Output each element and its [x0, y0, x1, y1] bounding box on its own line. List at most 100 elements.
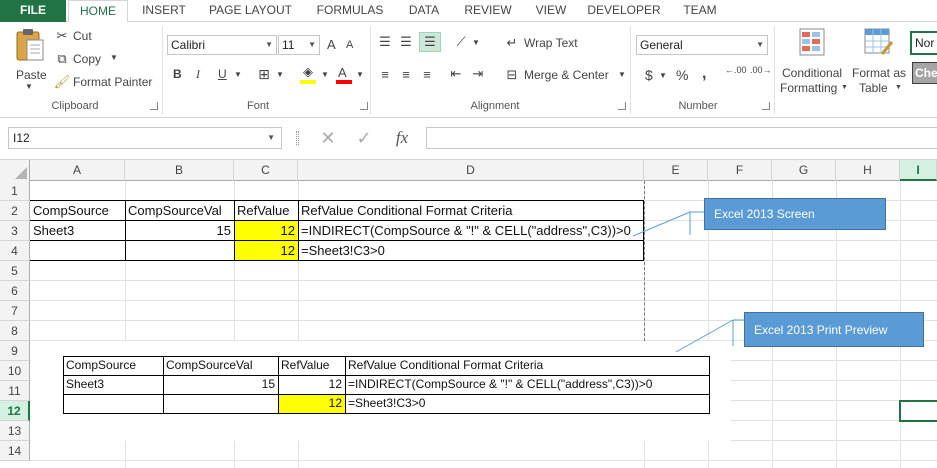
font-name-value: Calibri	[171, 38, 206, 52]
copy-button[interactable]: ⧉ Copy ▼	[54, 50, 124, 68]
paste-label: Paste	[16, 68, 47, 82]
font-launcher-icon[interactable]	[360, 102, 368, 110]
format-painter-label: Format Painter	[73, 75, 153, 89]
chevron-down-icon: ▼	[895, 84, 902, 91]
percent-button[interactable]: %	[676, 67, 688, 83]
format-as-table-label-2: Table	[859, 81, 888, 95]
tab-view[interactable]: VIEW	[528, 0, 574, 22]
insert-function-icon[interactable]: fx	[390, 128, 414, 148]
wrap-text-label: Wrap Text	[524, 36, 578, 50]
format-painter-button[interactable]: 🖌 Format Painter	[54, 73, 154, 91]
conditional-formatting-button[interactable]: Conditional Formatting ▼	[778, 26, 848, 96]
callout-screen[interactable]: Excel 2013 Screen	[704, 198, 886, 230]
group-separator	[774, 26, 775, 114]
tab-team[interactable]: TEAM	[676, 0, 724, 22]
tab-file[interactable]: FILE	[0, 0, 66, 22]
tab-insert[interactable]: INSERT	[134, 0, 194, 22]
chevron-down-icon[interactable]: ▼	[356, 70, 364, 79]
chevron-down-icon[interactable]: ▼	[472, 38, 480, 47]
comma-style-button[interactable]: ,	[702, 65, 706, 83]
align-left-icon[interactable]: ≡	[377, 66, 393, 82]
decrease-indent-icon[interactable]: ⇤	[448, 66, 464, 82]
italic-button[interactable]: I	[196, 67, 200, 82]
cell-style-check[interactable]: Che	[912, 62, 937, 84]
tab-page-layout[interactable]: PAGE LAYOUT	[203, 0, 298, 22]
enter-icon[interactable]: ✓	[354, 128, 374, 148]
chevron-down-icon: ▼	[25, 82, 33, 91]
chevron-down-icon: ▼	[618, 70, 626, 79]
callout-print-preview[interactable]: Excel 2013 Print Preview	[744, 312, 924, 347]
alignment-group-label: Alignment	[470, 100, 520, 112]
worksheet-grid[interactable]: A B C D E F G H I 1 2 3 4 5 6 7 8 9 10 1…	[0, 160, 937, 468]
clipboard-launcher-icon[interactable]	[150, 102, 158, 110]
name-box[interactable]: I12 ▼	[8, 127, 282, 149]
cut-button[interactable]: ✂ Cut	[54, 27, 114, 45]
tab-review[interactable]: REVIEW	[458, 0, 518, 22]
decrease-decimal-button[interactable]: .00→	[750, 66, 772, 75]
underline-button[interactable]: U	[218, 67, 227, 81]
conditional-formatting-label-2: Formatting	[780, 81, 838, 95]
chevron-down-icon[interactable]: ▼	[234, 70, 242, 79]
orientation-icon[interactable]: ⟋	[450, 34, 472, 50]
font-color-swatch	[336, 80, 352, 84]
tab-developer[interactable]: DEVELOPER	[584, 0, 664, 22]
conditional-formatting-icon	[799, 28, 825, 56]
wrap-text-button[interactable]: ↵ Wrap Text	[504, 34, 594, 52]
format-as-table-button[interactable]: Format as Table ▼	[850, 26, 908, 96]
chevron-down-icon[interactable]: ▼	[321, 70, 329, 79]
font-name-combo[interactable]: Calibri ▼	[167, 35, 277, 55]
ribbon: Paste ▼ ✂ Cut ⧉ Copy ▼ 🖌 Format Painter …	[0, 22, 937, 118]
paint-bucket-icon: ◈	[303, 64, 313, 79]
chevron-down-icon[interactable]: ▼	[276, 70, 284, 79]
cell-style-normal[interactable]: Nor	[910, 31, 937, 55]
borders-icon[interactable]: ⊞	[256, 66, 272, 82]
number-launcher-icon[interactable]	[762, 102, 770, 110]
number-format-value: General	[640, 38, 683, 52]
chevron-down-icon[interactable]: ▼	[659, 71, 667, 80]
merge-icon: ⊟	[506, 67, 518, 82]
tab-data[interactable]: DATA	[400, 0, 448, 22]
font-color-icon: A	[338, 65, 347, 80]
font-size-combo[interactable]: 11 ▼	[278, 35, 320, 55]
tab-formulas[interactable]: FORMULAS	[310, 0, 390, 22]
chevron-down-icon: ▼	[110, 53, 118, 62]
name-box-value: I12	[13, 131, 30, 145]
decrease-decimal-label: .00	[750, 65, 763, 75]
clipboard-group-label: Clipboard	[51, 100, 99, 112]
formula-bar-grip[interactable]	[296, 131, 299, 145]
alignment-launcher-icon[interactable]	[618, 102, 626, 110]
align-right-icon[interactable]: ≡	[419, 66, 435, 82]
increase-indent-icon[interactable]: ⇥	[470, 66, 486, 82]
align-top-icon[interactable]: ☰	[377, 34, 393, 50]
grow-font-button[interactable]: A	[327, 37, 336, 52]
chevron-down-icon: ▼	[265, 40, 273, 49]
ribbon-tab-bar: FILE HOME INSERT PAGE LAYOUT FORMULAS DA…	[0, 0, 937, 23]
number-format-combo[interactable]: General ▼	[636, 35, 768, 55]
merge-center-button[interactable]: ⊟ Merge & Center ▼	[504, 66, 628, 84]
font-size-value: 11	[282, 38, 295, 52]
font-group-label: Font	[246, 100, 269, 112]
fill-color-swatch	[300, 80, 316, 84]
formula-buttons: ✕ ✓ fx	[312, 127, 422, 149]
align-middle-icon[interactable]: ☰	[398, 34, 414, 50]
tab-home[interactable]: HOME	[68, 0, 128, 23]
chevron-down-icon: ▼	[841, 84, 848, 91]
align-bottom-icon[interactable]: ☰	[419, 32, 441, 52]
fill-color-button[interactable]: ◈	[298, 64, 320, 86]
cancel-icon[interactable]: ✕	[318, 128, 338, 148]
conditional-formatting-label-1: Conditional	[782, 66, 843, 80]
copy-label: Copy	[73, 52, 102, 66]
chevron-down-icon: ▼	[756, 40, 764, 49]
formula-input[interactable]	[426, 127, 937, 149]
align-center-icon[interactable]: ≡	[398, 66, 414, 82]
paste-button[interactable]: Paste ▼	[10, 26, 50, 92]
font-color-button[interactable]: A	[334, 64, 354, 86]
increase-decimal-button[interactable]: ←.00	[725, 66, 747, 75]
currency-button[interactable]: $	[645, 67, 653, 83]
bold-button[interactable]: B	[173, 67, 182, 81]
callout-leader-line	[632, 211, 691, 237]
callout-leader-line	[675, 319, 734, 353]
shrink-font-button[interactable]: A	[346, 39, 353, 51]
chevron-down-icon: ▼	[267, 133, 275, 142]
cut-label: Cut	[73, 29, 92, 43]
